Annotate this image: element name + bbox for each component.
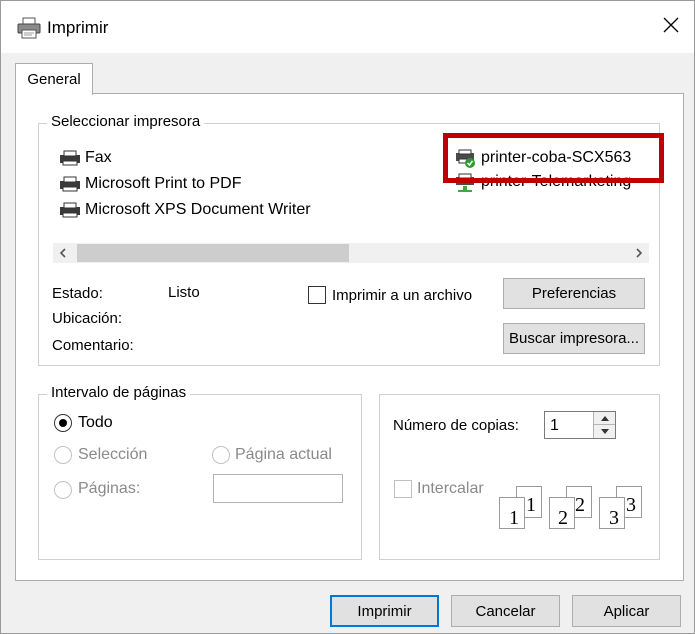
cancel-button[interactable]: Cancelar bbox=[451, 595, 560, 627]
tab-general[interactable]: General bbox=[15, 63, 93, 95]
collate-checkbox[interactable] bbox=[394, 480, 412, 498]
stepper-arrows bbox=[593, 412, 615, 438]
window-title: Imprimir bbox=[47, 18, 109, 37]
stepper-down-icon[interactable] bbox=[594, 425, 615, 438]
copies-value[interactable]: 1 bbox=[550, 417, 559, 435]
chevron-left-icon[interactable] bbox=[53, 243, 73, 263]
printer-icon bbox=[17, 17, 41, 39]
collate-number: 1 bbox=[526, 494, 536, 516]
highlight-box bbox=[443, 133, 664, 183]
copies-stepper[interactable]: 1 bbox=[544, 411, 616, 439]
fax-printer-icon bbox=[59, 149, 81, 167]
print-button[interactable]: Imprimir bbox=[330, 595, 439, 627]
apply-button[interactable]: Aplicar bbox=[572, 595, 681, 627]
printer-name: Microsoft XPS Document Writer bbox=[85, 201, 311, 218]
location-label: Ubicación: bbox=[52, 310, 123, 327]
collate-number: 2 bbox=[558, 507, 568, 529]
collate-number: 3 bbox=[609, 507, 619, 529]
stepper-up-icon[interactable] bbox=[594, 412, 615, 425]
comment-label: Comentario: bbox=[52, 337, 134, 354]
radio-current-page-label[interactable]: Página actual bbox=[235, 446, 332, 464]
printer-icon bbox=[59, 175, 81, 193]
radio-current-page[interactable] bbox=[212, 446, 230, 464]
printer-name: Microsoft Print to PDF bbox=[85, 175, 242, 192]
radio-all-label[interactable]: Todo bbox=[78, 414, 113, 432]
printer-item-pdf[interactable]: Microsoft Print to PDF bbox=[59, 175, 241, 193]
radio-pages[interactable] bbox=[54, 481, 72, 499]
preferences-button[interactable]: Preferencias bbox=[503, 278, 645, 309]
collate-number: 1 bbox=[509, 507, 519, 529]
print-dialog: Imprimir General Seleccionar impresora F… bbox=[0, 0, 695, 634]
printer-item-xps[interactable]: Microsoft XPS Document Writer bbox=[59, 201, 311, 219]
collate-label[interactable]: Intercalar bbox=[417, 480, 484, 498]
page-range-label: Intervalo de páginas bbox=[47, 384, 191, 401]
print-to-file-label[interactable]: Imprimir a un archivo bbox=[332, 287, 472, 304]
radio-pages-label[interactable]: Páginas: bbox=[78, 480, 140, 498]
collate-number: 3 bbox=[626, 494, 636, 516]
printer-icon bbox=[59, 201, 81, 219]
title-bar: Imprimir bbox=[1, 1, 694, 53]
copies-label: Número de copias: bbox=[393, 417, 519, 434]
printer-item-fax[interactable]: Fax bbox=[59, 149, 112, 167]
select-printer-label: Seleccionar impresora bbox=[47, 113, 205, 130]
radio-selection[interactable] bbox=[54, 446, 72, 464]
close-icon bbox=[663, 17, 679, 37]
pages-input[interactable] bbox=[213, 474, 343, 503]
radio-selection-label[interactable]: Selección bbox=[78, 446, 147, 464]
status-label: Estado: bbox=[52, 285, 103, 302]
radio-all[interactable] bbox=[54, 414, 72, 432]
find-printer-button[interactable]: Buscar impresora... bbox=[503, 323, 645, 354]
close-button[interactable] bbox=[648, 1, 694, 53]
status-value: Listo bbox=[168, 284, 200, 301]
scrollbar-thumb[interactable] bbox=[77, 244, 349, 262]
printer-list-scrollbar[interactable] bbox=[53, 243, 649, 263]
chevron-right-icon[interactable] bbox=[629, 243, 649, 263]
print-to-file-checkbox[interactable] bbox=[308, 286, 326, 304]
radio-selected-dot bbox=[59, 419, 67, 427]
printer-name: Fax bbox=[85, 149, 112, 166]
collate-number: 2 bbox=[575, 494, 585, 516]
